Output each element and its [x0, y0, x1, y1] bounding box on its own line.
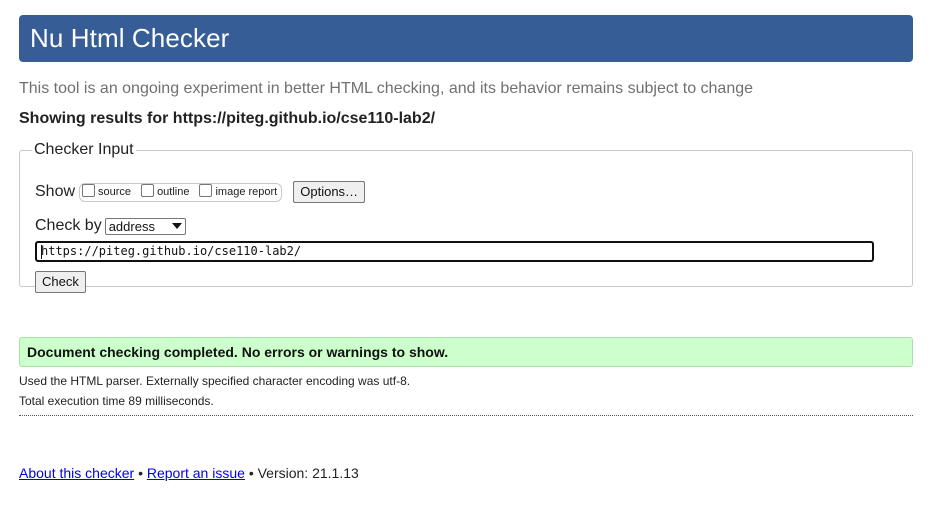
show-options-group: source outline image report	[79, 182, 283, 202]
outline-checkbox[interactable]	[141, 184, 155, 197]
check-by-select[interactable]: address	[104, 217, 186, 235]
footer-separator: •	[138, 465, 143, 481]
outline-label: outline	[157, 186, 190, 198]
source-option[interactable]: source	[82, 184, 132, 198]
result-success-message: Document checking completed. No errors o…	[19, 337, 913, 367]
page-header: Nu Html Checker	[19, 15, 913, 62]
version-text: • Version: 21.1.13	[248, 465, 359, 481]
parser-info: Used the HTML parser. Externally specifi…	[19, 374, 411, 388]
showing-results-heading: Showing results for https://piteg.github…	[19, 110, 436, 127]
show-row: Show source outline image report Options…	[35, 181, 366, 203]
check-by-selected-value: address	[108, 218, 155, 234]
check-button-wrap: Check	[35, 271, 86, 293]
source-label: source	[98, 186, 132, 198]
checker-input-legend: Checker Input	[34, 141, 134, 158]
execution-time: Total execution time 89 milliseconds.	[19, 394, 214, 408]
source-checkbox[interactable]	[82, 184, 96, 197]
dotted-divider	[19, 415, 913, 416]
url-input-value: https://piteg.github.io/cse110-lab2/	[41, 244, 302, 258]
options-button[interactable]: Options…	[293, 181, 366, 203]
check-by-row: Check by address	[35, 217, 186, 235]
text-cursor	[41, 245, 42, 259]
intro-text: This tool is an ongoing experiment in be…	[19, 80, 754, 97]
show-label: Show	[35, 183, 76, 200]
chevron-down-icon	[171, 223, 182, 229]
check-button[interactable]: Check	[35, 271, 86, 293]
image-report-checkbox[interactable]	[199, 184, 213, 197]
image-report-option[interactable]: image report	[199, 184, 278, 198]
about-checker-link[interactable]: About this checker	[19, 465, 134, 481]
outline-option[interactable]: outline	[141, 184, 190, 198]
report-issue-link[interactable]: Report an issue	[147, 465, 245, 481]
footer: About this checker • Report an issue • V…	[19, 465, 359, 481]
page: Nu Html Checker This tool is an ongoing …	[0, 0, 931, 508]
url-input[interactable]: https://piteg.github.io/cse110-lab2/	[35, 241, 874, 262]
image-report-label: image report	[215, 186, 278, 198]
page-title: Nu Html Checker	[30, 23, 230, 53]
check-by-label: Check by	[35, 217, 102, 234]
checker-input-fieldset: Checker Input Show source outline image …	[19, 141, 913, 293]
